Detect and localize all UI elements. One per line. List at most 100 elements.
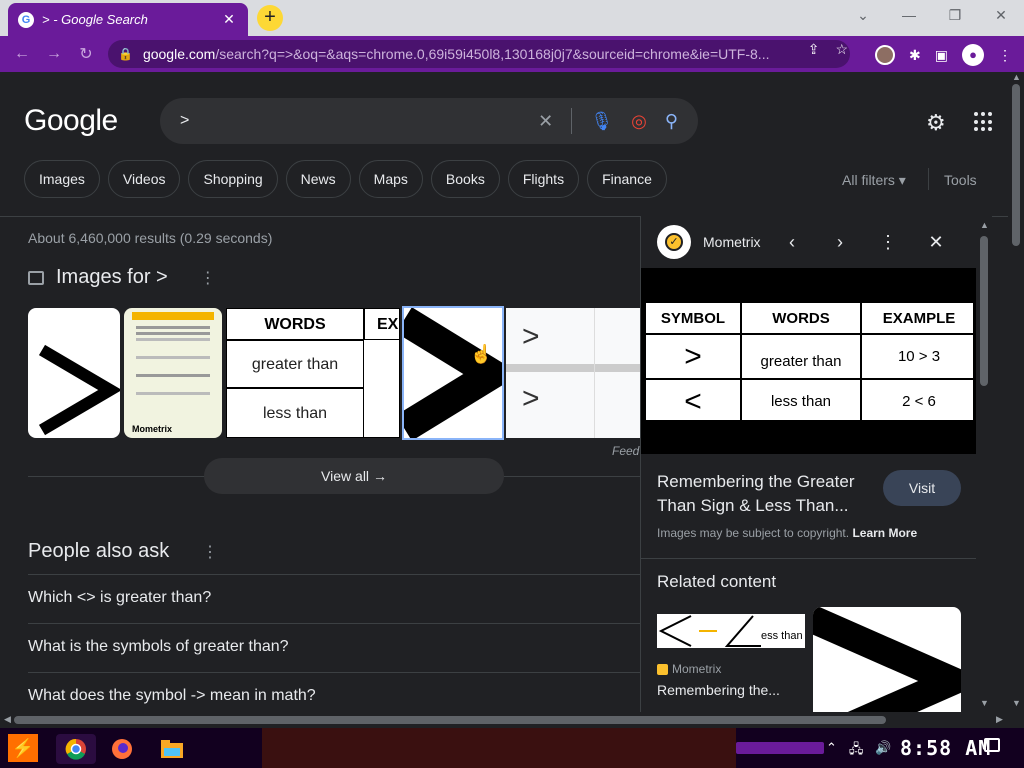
notification-center-icon[interactable] [984, 738, 1000, 752]
search-magnifier-icon[interactable]: ⚲ [665, 111, 678, 132]
restore-button[interactable]: ❐ [932, 0, 978, 30]
related-title-link[interactable]: Remembering the... [657, 682, 780, 698]
side-panel-icon[interactable]: ▣ [935, 47, 948, 64]
chrome-taskbar-icon[interactable] [56, 734, 96, 764]
search-box[interactable]: > ✕ 🎙 ◎ ⚲ [160, 98, 698, 144]
page-vertical-scrollbar[interactable]: ▲ ▼ [1008, 72, 1024, 712]
bold-greater-than-icon [404, 308, 502, 438]
panel-divider [641, 558, 977, 559]
google-lens-camera-icon[interactable]: ◎ [631, 111, 647, 132]
copyright-notice: Images may be subject to copyright. Lear… [657, 526, 918, 540]
search-results-page: Google > ✕ 🎙 ◎ ⚲ ⚙ Images Videos Shoppin… [0, 72, 1008, 712]
panel-scroll-thumb[interactable] [980, 236, 988, 386]
chip-books[interactable]: Books [430, 160, 500, 198]
extensions-puzzle-icon[interactable]: ✱ [909, 47, 921, 64]
paa-question-1[interactable]: Which <> is greater than? [28, 574, 640, 623]
tools-button[interactable]: Tools [944, 172, 977, 188]
image-caption-link[interactable]: Remembering the Greater Than Sign & Less… [657, 470, 877, 518]
panel-preview-image[interactable]: SYMBOL WORDS EXAMPLE > greater than 10 >… [641, 268, 977, 454]
all-filters-button[interactable]: All filters ▾ [842, 172, 906, 189]
image-thumbnail-1[interactable] [28, 308, 120, 438]
table-header-words: WORDS [741, 302, 861, 334]
minimize-button[interactable]: — [886, 0, 932, 30]
clear-search-icon[interactable]: ✕ [538, 111, 553, 132]
related-image-1[interactable]: ess than [657, 614, 805, 648]
search-input[interactable]: > [180, 112, 538, 130]
previous-image-chevron-icon[interactable]: ‹ [768, 232, 816, 253]
close-window-button[interactable]: ✕ [978, 0, 1024, 30]
close-tab-icon[interactable]: ✕ [220, 11, 238, 28]
tray-chevron-up-icon[interactable]: ⌃ [826, 740, 837, 762]
worksheet-text-lines [136, 326, 210, 329]
view-all-images-button[interactable]: View all → [204, 458, 504, 494]
chip-shopping[interactable]: Shopping [188, 160, 278, 198]
image-thumbnail-2[interactable]: Mometrix [124, 308, 222, 438]
browser-toolbar: ← → ↻ 🔒 google.com /search?q=>&oq=&aqs=c… [0, 36, 1024, 72]
image-thumbnail-3[interactable]: WORDS EX greater than less than [226, 308, 400, 438]
address-bar[interactable]: 🔒 google.com /search?q=>&oq=&aqs=chrome.… [108, 40, 850, 68]
share-icon[interactable]: ⇪ [808, 41, 820, 58]
images-section-header: Images for > ⋮ [28, 266, 216, 289]
image-icon [28, 270, 44, 285]
feedback-link[interactable]: Feed [612, 444, 639, 458]
next-image-chevron-icon[interactable]: › [816, 232, 864, 253]
filters-divider [928, 168, 929, 190]
network-icon[interactable]: 🖧 [849, 740, 864, 762]
reload-button[interactable]: ↻ [70, 44, 102, 64]
related-image-2[interactable] [813, 607, 961, 712]
paa-more-options-icon[interactable]: ⋮ [202, 542, 218, 562]
chip-videos[interactable]: Videos [107, 160, 181, 198]
chip-images[interactable]: Images [24, 160, 100, 198]
page-horizontal-scrollbar[interactable]: ◀ ▶ [0, 712, 1008, 728]
start-button[interactable]: ⚡ [8, 734, 38, 762]
page-scroll-thumb[interactable] [1012, 84, 1020, 246]
voice-search-mic-icon[interactable]: 🎙 [590, 111, 613, 132]
google-apps-grid-icon[interactable] [974, 112, 994, 132]
image-thumbnail-5[interactable]: > > [506, 308, 640, 438]
chip-news[interactable]: News [285, 160, 351, 198]
more-options-icon[interactable]: ⋮ [200, 268, 216, 288]
images-for-title[interactable]: Images for > [56, 266, 168, 289]
search-filter-chips: Images Videos Shopping News Maps Books F… [24, 160, 667, 198]
panel-scrollbar[interactable]: ▲ ▼ [976, 216, 992, 712]
new-tab-button[interactable]: + [257, 5, 283, 31]
chip-finance[interactable]: Finance [587, 160, 667, 198]
greater-than-glyph-icon [38, 344, 120, 436]
mometrix-logo-icon: ✓ [657, 225, 691, 259]
chip-flights[interactable]: Flights [507, 160, 580, 198]
active-tab[interactable]: G > - Google Search ✕ [8, 3, 248, 36]
taskbar-video-thumbnail[interactable] [262, 728, 736, 768]
paa-question-2[interactable]: What is the symbols of greater than? [28, 623, 640, 672]
panel-more-icon[interactable]: ⋮ [864, 232, 912, 253]
bookmark-star-icon[interactable]: ☆ [835, 41, 848, 58]
volume-icon[interactable]: 🔊 [875, 740, 891, 762]
browser-menu-icon[interactable]: ⋮ [998, 47, 1012, 64]
forward-button[interactable]: → [38, 45, 70, 63]
image-thumbnail-4-selected[interactable]: ☝ [402, 306, 504, 440]
file-explorer-taskbar-icon[interactable] [152, 734, 192, 764]
search-divider [571, 108, 573, 134]
visit-button[interactable]: Visit [883, 470, 961, 506]
related-content-title: Related content [657, 572, 777, 591]
google-favicon-icon: G [18, 11, 34, 28]
taskbar-progress-decoration [736, 742, 824, 754]
profile-icon[interactable]: ● [962, 44, 984, 66]
learn-more-link[interactable]: Learn More [852, 526, 917, 540]
horizontal-scroll-thumb[interactable] [14, 716, 886, 724]
close-panel-icon[interactable]: ✕ [912, 232, 960, 253]
chip-maps[interactable]: Maps [358, 160, 423, 198]
lock-icon: 🔒 [118, 47, 133, 61]
hand-cursor-icon: ☝ [470, 344, 493, 364]
back-button[interactable]: ← [6, 45, 38, 63]
paa-question-3[interactable]: What does the symbol -> mean in math? [28, 672, 640, 712]
panel-source-name[interactable]: Mometrix [703, 234, 768, 250]
firefox-taskbar-icon[interactable] [102, 734, 142, 764]
url-host: google.com [142, 46, 216, 62]
tab-search-icon[interactable]: ⌄ [840, 0, 886, 30]
settings-gear-icon[interactable]: ⚙ [926, 110, 946, 136]
extension-avatar-icon[interactable] [875, 45, 896, 65]
google-logo[interactable]: Google [24, 104, 118, 138]
taskbar-clock[interactable]: 8:58 AM [900, 736, 991, 760]
url-path: /search?q=>&oq=&aqs=chrome.0,69i59i450l8… [215, 46, 770, 62]
table-header-example: EXAMPLE [861, 302, 977, 334]
